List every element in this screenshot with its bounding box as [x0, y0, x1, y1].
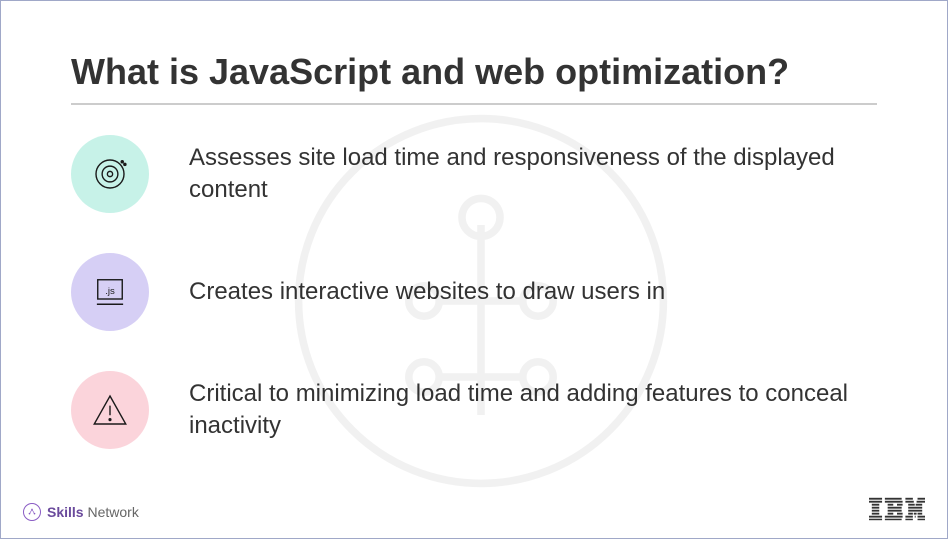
target-icon — [71, 135, 149, 213]
warning-triangle-icon — [71, 371, 149, 449]
slide-footer: Skills Network — [1, 497, 947, 526]
svg-text:.js: .js — [105, 286, 115, 297]
bullet-text: Assesses site load time and responsivene… — [189, 142, 877, 207]
footer-network-label: Network — [87, 504, 138, 520]
bullet-text: Critical to minimizing load time and add… — [189, 378, 877, 443]
slide-title: What is JavaScript and web optimization? — [71, 51, 877, 105]
bullet-item: Assesses site load time and responsivene… — [71, 135, 877, 213]
bullet-item: Critical to minimizing load time and add… — [71, 371, 877, 449]
skills-network-logo: Skills Network — [23, 503, 139, 521]
ibm-logo-icon — [869, 497, 925, 526]
bullet-item: .js Creates interactive websites to draw… — [71, 253, 877, 331]
js-file-icon: .js — [71, 253, 149, 331]
skills-network-badge-icon — [23, 503, 41, 521]
footer-skills-label: Skills — [47, 504, 84, 520]
bullet-text: Creates interactive websites to draw use… — [189, 276, 665, 308]
